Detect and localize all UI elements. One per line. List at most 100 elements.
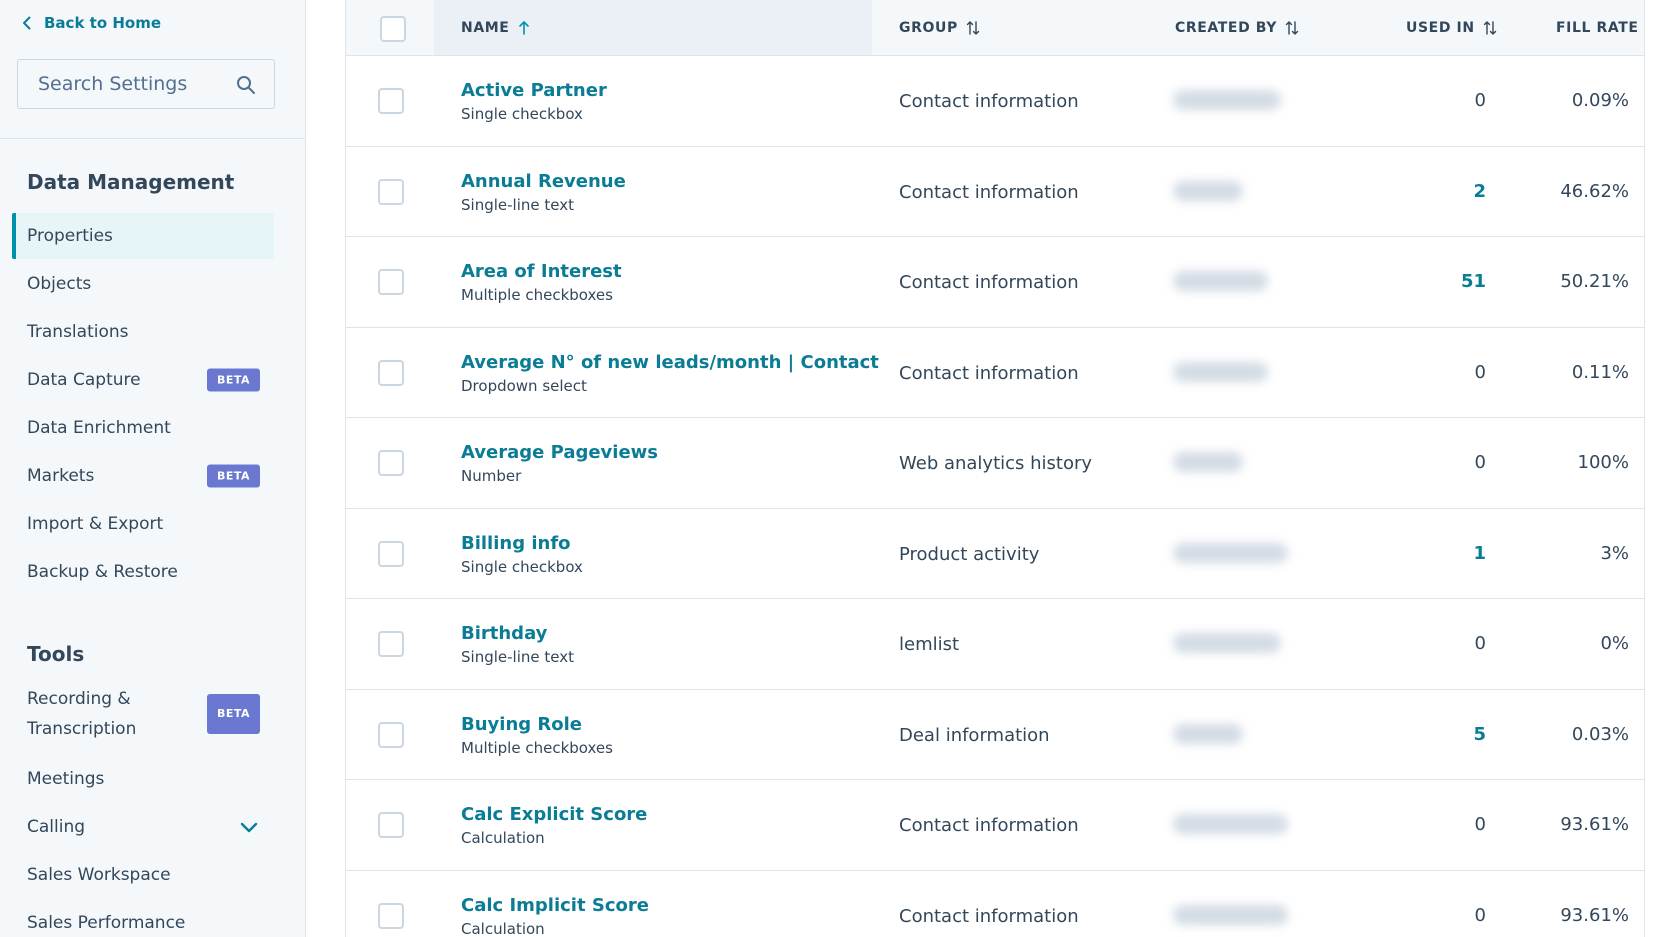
table-row[interactable]: Annual Revenue Single-line text Contact … — [345, 146, 1645, 237]
search-settings-box[interactable] — [17, 59, 275, 109]
row-checkbox[interactable] — [378, 450, 404, 476]
property-group: Contact information — [899, 91, 1079, 112]
created-by-redacted — [1173, 180, 1243, 201]
row-checkbox[interactable] — [378, 902, 404, 929]
row-checkbox[interactable] — [378, 88, 404, 114]
property-group: Contact information — [899, 905, 1079, 927]
property-group: Contact information — [899, 815, 1079, 836]
property-group: Contact information — [899, 181, 1079, 203]
back-to-home-link[interactable]: Back to Home — [20, 14, 161, 32]
sidebar-item-label: Markets — [27, 466, 95, 486]
table-row[interactable]: Birthday Single-line text lemlist 0 0% — [345, 599, 1645, 690]
fill-rate: 93.61% — [1560, 814, 1629, 835]
row-checkbox[interactable] — [378, 269, 404, 295]
sidebar-item-recording-transcription[interactable]: Recording & Transcription BETA — [12, 684, 274, 744]
sidebar-item-calling[interactable]: Calling — [12, 804, 274, 850]
sidebar-item-label: Meetings — [27, 769, 105, 789]
sidebar-item-data-enrichment[interactable]: Data Enrichment — [12, 405, 274, 451]
column-header-label: FILL RATE — [1556, 19, 1639, 36]
column-header-label: NAME — [461, 19, 510, 36]
property-name-link[interactable]: Calc Explicit Score — [461, 804, 647, 825]
row-checkbox[interactable] — [378, 540, 404, 567]
created-by-redacted — [1173, 271, 1268, 291]
section-title-data-management: Data Management — [27, 170, 235, 194]
fill-rate: 93.61% — [1560, 904, 1629, 926]
property-name-link[interactable]: Area of Interest — [461, 261, 622, 282]
column-header-name[interactable]: NAME — [434, 0, 872, 55]
fill-rate: 100% — [1577, 452, 1629, 473]
used-in-count: 0 — [1474, 361, 1486, 383]
created-by-redacted — [1173, 633, 1281, 653]
property-name-link[interactable]: Active Partner — [461, 80, 607, 101]
column-header-label: USED IN — [1406, 19, 1475, 36]
sidebar-item-label: Recording & Transcription — [27, 689, 137, 739]
section-title-tools: Tools — [27, 642, 85, 666]
sort-arrows-icon — [966, 20, 980, 35]
column-header-fill-rate[interactable]: FILL RATE — [1556, 0, 1639, 55]
sidebar-item-markets[interactable]: Markets BETA — [12, 453, 274, 499]
table-row[interactable]: Calc Implicit Score Calculation Contact … — [345, 870, 1645, 937]
property-name-link[interactable]: Birthday — [461, 623, 547, 644]
fill-rate: 0.03% — [1571, 723, 1629, 745]
fill-rate: 46.62% — [1560, 180, 1629, 202]
row-checkbox[interactable] — [378, 178, 404, 205]
sidebar-item-sales-performance[interactable]: Sales Performance — [12, 900, 274, 937]
used-in-link[interactable]: 5 — [1473, 724, 1486, 745]
sidebar-item-translations[interactable]: Translations — [12, 309, 274, 355]
property-name-link[interactable]: Billing info — [461, 533, 571, 554]
created-by-redacted — [1173, 452, 1243, 472]
sidebar-item-properties[interactable]: Properties — [12, 213, 274, 259]
row-checkbox[interactable] — [378, 631, 404, 657]
used-in-count: 0 — [1474, 452, 1486, 473]
select-all-checkbox[interactable] — [380, 16, 406, 42]
table-row[interactable]: Average N° of new leads/month | Contact … — [345, 327, 1645, 418]
sidebar-item-label: Sales Performance — [27, 913, 186, 933]
sort-arrows-icon — [1285, 20, 1299, 35]
table-row[interactable]: Calc Explicit Score Calculation Contact … — [345, 780, 1645, 871]
table-row[interactable]: Buying Role Multiple checkboxes Deal inf… — [345, 689, 1645, 780]
used-in-link[interactable]: 2 — [1473, 181, 1486, 202]
table-row[interactable]: Active Partner Single checkbox Contact i… — [345, 56, 1645, 147]
sidebar-item-objects[interactable]: Objects — [12, 261, 274, 307]
search-icon[interactable] — [236, 75, 256, 95]
sidebar-item-import-export[interactable]: Import & Export — [12, 501, 274, 547]
property-type: Multiple checkboxes — [461, 286, 613, 304]
row-checkbox[interactable] — [378, 721, 404, 748]
sidebar-item-data-capture[interactable]: Data Capture BETA — [12, 357, 274, 403]
column-header-created-by[interactable]: CREATED BY — [1175, 0, 1299, 55]
chevron-left-icon — [23, 16, 31, 30]
created-by-redacted — [1173, 814, 1288, 834]
table-row[interactable]: Area of Interest Multiple checkboxes Con… — [345, 237, 1645, 328]
property-group: Contact information — [899, 272, 1079, 293]
used-in-link[interactable]: 51 — [1461, 271, 1486, 292]
table-row[interactable]: Billing info Single checkbox Product act… — [345, 508, 1645, 599]
property-name-link[interactable]: Annual Revenue — [461, 171, 626, 192]
beta-badge: BETA — [206, 694, 260, 734]
sidebar-item-meetings[interactable]: Meetings — [12, 756, 274, 802]
table-row[interactable]: Average Pageviews Number Web analytics h… — [345, 418, 1645, 509]
sidebar-item-sales-workspace[interactable]: Sales Workspace — [12, 852, 274, 898]
column-header-label: CREATED BY — [1175, 19, 1278, 36]
sidebar-item-label: Sales Workspace — [27, 865, 171, 885]
table-header: NAME GROUP CREATED BY USED IN FILL RATE — [345, 0, 1645, 56]
property-name-link[interactable]: Average Pageviews — [461, 442, 658, 463]
beta-badge: BETA — [206, 368, 260, 392]
property-group: Product activity — [899, 543, 1040, 565]
used-in-link[interactable]: 1 — [1473, 543, 1486, 564]
property-type: Single checkbox — [461, 557, 583, 576]
property-name-link[interactable]: Average N° of new leads/month | Contact — [461, 352, 879, 373]
row-checkbox[interactable] — [378, 812, 404, 838]
row-checkbox[interactable] — [378, 359, 404, 386]
fill-rate: 0% — [1600, 633, 1629, 654]
column-header-used-in[interactable]: USED IN — [1406, 0, 1497, 55]
property-name-link[interactable]: Calc Implicit Score — [461, 895, 649, 916]
chevron-down-icon[interactable] — [238, 816, 260, 838]
property-type: Calculation — [461, 829, 545, 847]
sidebar-item-label: Translations — [27, 322, 129, 342]
property-type: Dropdown select — [461, 376, 587, 395]
search-settings-input[interactable] — [38, 73, 238, 95]
property-name-link[interactable]: Buying Role — [461, 714, 582, 735]
sidebar-item-backup-restore[interactable]: Backup & Restore — [12, 549, 274, 595]
column-header-label: GROUP — [899, 19, 958, 36]
column-header-group[interactable]: GROUP — [899, 0, 980, 55]
